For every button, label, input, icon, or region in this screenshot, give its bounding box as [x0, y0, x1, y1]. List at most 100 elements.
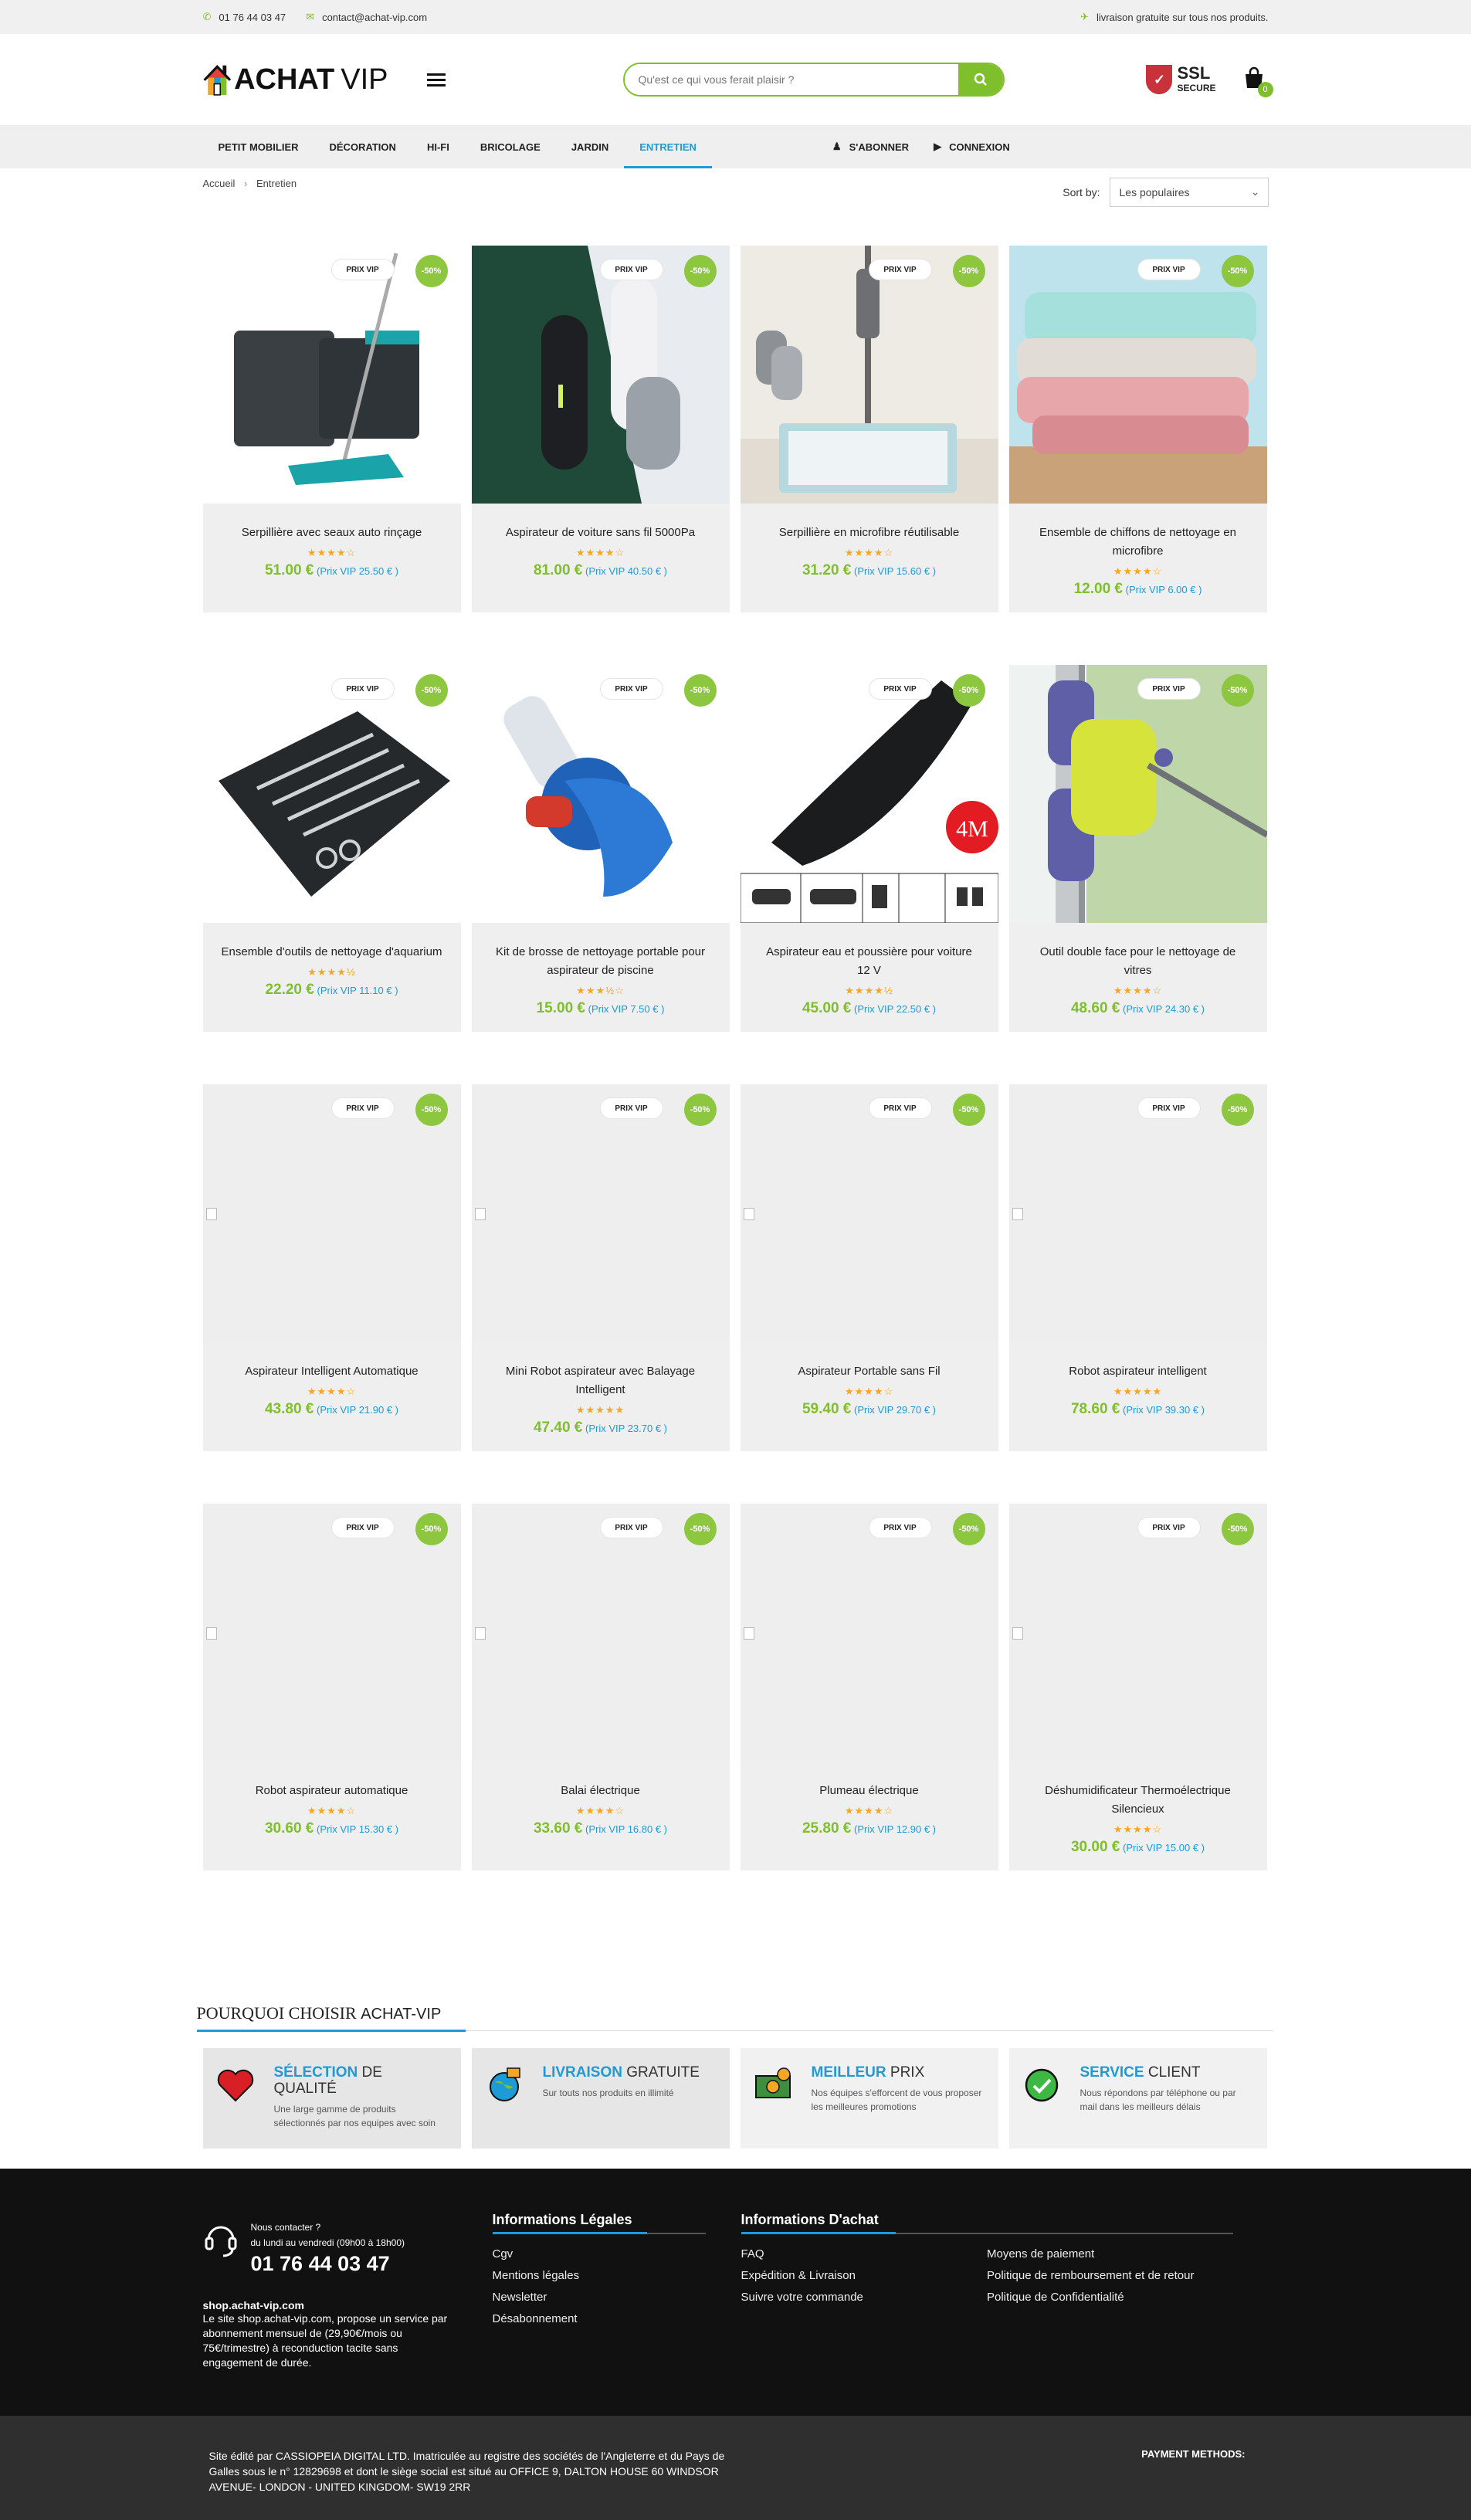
product-card[interactable]: PRIX VIP -50% Serpillière en microfibre ré… — [740, 246, 998, 612]
product-card[interactable]: PRIX VIP -50% Outil double face pour le ne… — [1008, 665, 1267, 1032]
product-card[interactable]: PRIX VIP -50% Déshumidificateur Thermoélec… — [1008, 1504, 1267, 1870]
topbar-phone[interactable]: ✆ 01 76 44 03 47 — [203, 11, 286, 23]
logo-text: ACHAT VIP — [234, 63, 388, 96]
product-image-frame[interactable]: PRIX VIP -50% — [202, 246, 461, 504]
vip-price: 39.30 € ) — [1164, 1404, 1205, 1416]
product-card[interactable]: PRIX VIP -50% Plumeau électrique ★★★★☆ 25.80… — [740, 1504, 998, 1870]
nav-item-5[interactable]: ENTRETIEN — [624, 125, 712, 168]
footer-link[interactable]: Newsletter — [493, 2287, 706, 2308]
cart-button[interactable]: 0 — [1242, 66, 1273, 97]
footer-link[interactable]: Mentions légales — [493, 2265, 706, 2287]
footer-site-name: shop.achat-vip.com — [202, 2299, 304, 2311]
product-image-frame[interactable]: PRIX VIP -50% — [1008, 1504, 1267, 1762]
discount-badge: -50% — [952, 255, 985, 287]
product-image-frame[interactable]: PRIX VIP -50% — [471, 1084, 730, 1342]
nav-item-4[interactable]: JARDIN — [556, 125, 624, 168]
footer-link[interactable]: Désabonnement — [493, 2308, 706, 2330]
product-image-frame[interactable]: PRIX VIP -50% — [1008, 665, 1267, 923]
nav-item-3[interactable]: BRICOLAGE — [465, 125, 556, 168]
discount-badge: -50% — [952, 1094, 985, 1126]
why-box: MEILLEUR PRIX Nos équipes s'efforcent de … — [740, 2048, 998, 2149]
footer-link[interactable]: Politique de remboursement et de retour — [987, 2265, 1233, 2287]
footer-legal-column: Informations Légales Cgv Mentions légales… — [492, 2212, 706, 2330]
product-image-frame[interactable]: PRIX VIP -50% — [471, 246, 730, 504]
product-price-row: 25.80 € (Prix VIP 12.90 € ) — [759, 1820, 980, 1837]
product-card[interactable]: PRIX VIP -50% Robot aspirateur intelligent… — [1008, 1084, 1267, 1451]
product-name[interactable]: Aspirateur de voiture sans fil 5000Pa — [490, 524, 711, 542]
product-image-frame[interactable]: PRIX VIP -50% — [471, 665, 730, 923]
footer-link[interactable]: FAQ — [741, 2244, 988, 2265]
breadcrumb-current: Entretien — [256, 178, 297, 189]
product-card[interactable]: PRIX VIP -50% Robot aspirateur automatique… — [202, 1504, 461, 1870]
shield-icon: ✓ — [1146, 65, 1173, 94]
product-card[interactable]: PRIX VIP -50% Ensemble de chiffons de nett… — [1008, 246, 1267, 612]
product-image-frame[interactable]: PRIX VIP -50% — [740, 1504, 998, 1762]
product-name[interactable]: Ensemble d'outils de nettoyage d'aquariu… — [222, 943, 442, 962]
product-name[interactable]: Mini Robot aspirateur avec Balayage Inte… — [490, 1362, 711, 1399]
product-card[interactable]: PRIX VIP -50% Aspirateur Intelligent Autom… — [202, 1084, 461, 1451]
logo[interactable]: ACHAT VIP — [202, 59, 388, 100]
product-image-frame[interactable]: PRIX VIP -50% — [740, 1084, 998, 1342]
product-image-frame[interactable]: PRIX VIP -50% — [202, 665, 461, 923]
product-price: 22.20 € — [265, 982, 314, 998]
product-rating: ★★★★★ — [575, 1404, 625, 1416]
product-image-frame[interactable]: PRIX VIP -50% — [1008, 1084, 1267, 1342]
nav-login-button[interactable]: ▶ CONNEXION — [921, 141, 1022, 153]
product-image-frame[interactable]: 4M PRIX VIP -50% — [740, 665, 998, 923]
product-name[interactable]: Robot aspirateur intelligent — [1028, 1362, 1249, 1381]
product-name[interactable]: Serpillière en microfibre réutilisable — [759, 524, 980, 542]
why-box-title: LIVRAISON GRATUITE — [542, 2064, 700, 2081]
product-image-frame[interactable]: PRIX VIP -50% — [202, 1504, 461, 1762]
product-card[interactable]: 4M PRIX VIP -50% Aspirateur eau et poussièr… — [740, 665, 998, 1032]
breadcrumb-home[interactable]: Accueil — [203, 178, 236, 189]
product-image-frame[interactable]: PRIX VIP -50% — [471, 1504, 730, 1762]
product-rating: ★★★★☆ — [575, 1805, 625, 1816]
product-name[interactable]: Balai électrique — [490, 1782, 711, 1800]
product-name[interactable]: Aspirateur Portable sans Fil — [759, 1362, 980, 1381]
search-input[interactable] — [624, 64, 958, 95]
product-card[interactable]: PRIX VIP -50% Mini Robot aspirateur avec B… — [471, 1084, 730, 1451]
sort-select[interactable]: Les populaires ⌄ — [1109, 178, 1269, 207]
footer-link[interactable]: Moyens de paiement — [987, 2244, 1233, 2265]
menu-hamburger-icon[interactable] — [426, 70, 446, 90]
product-name[interactable]: Plumeau électrique — [759, 1782, 980, 1800]
product-image-frame[interactable]: PRIX VIP -50% — [1008, 246, 1267, 504]
vip-badge: PRIX VIP — [331, 679, 394, 699]
vip-price: 29.70 € ) — [896, 1404, 937, 1416]
product-name[interactable]: Robot aspirateur automatique — [222, 1782, 442, 1800]
product-name[interactable]: Aspirateur eau et poussière pour voiture… — [759, 943, 980, 980]
product-image-frame[interactable]: PRIX VIP -50% — [740, 246, 998, 504]
product-name[interactable]: Déshumidificateur Thermoélectrique Silen… — [1028, 1782, 1249, 1819]
footer-link[interactable]: Politique de Confidentialité — [987, 2287, 1233, 2308]
footer-link[interactable]: Expédition & Livraison — [741, 2265, 988, 2287]
footer-link[interactable]: Cgv — [493, 2244, 706, 2265]
product-image-frame[interactable]: PRIX VIP -50% — [202, 1084, 461, 1342]
topbar-email[interactable]: ✉ contact@achat-vip.com — [306, 11, 427, 23]
search-button[interactable] — [958, 64, 1003, 95]
vip-price: 15.60 € ) — [896, 565, 937, 577]
nav-item-2[interactable]: HI-FI — [412, 125, 465, 168]
product-price-row: 30.60 € (Prix VIP 15.30 € ) — [222, 1820, 442, 1837]
product-name[interactable]: Aspirateur Intelligent Automatique — [222, 1362, 442, 1381]
product-card[interactable]: PRIX VIP -50% Ensemble d'outils de nettoya… — [202, 665, 461, 1032]
product-name[interactable]: Ensemble de chiffons de nettoyage en mic… — [1028, 524, 1249, 561]
why-box: SÉLECTION DE QUALITÉ Une large gamme de p… — [202, 2048, 461, 2149]
nav-subscribe-button[interactable]: ♟ S'ABONNER — [820, 141, 921, 153]
product-card[interactable]: PRIX VIP -50% Aspirateur de voiture sans f… — [471, 246, 730, 612]
nav-item-0[interactable]: PETIT MOBILIER — [203, 125, 314, 168]
footer-link[interactable]: Suivre votre commande — [741, 2287, 988, 2308]
product-card[interactable]: PRIX VIP -50% Aspirateur Portable sans Fil… — [740, 1084, 998, 1451]
footer-legal-title: Informations Légales — [492, 2212, 706, 2234]
nav-item-1[interactable]: DÉCORATION — [314, 125, 412, 168]
product-name[interactable]: Serpillière avec seaux auto rinçage — [222, 524, 442, 542]
footer-phone[interactable]: 01 76 44 03 47 — [251, 2252, 405, 2276]
discount-badge: -50% — [415, 1094, 448, 1126]
discount-badge: -50% — [1221, 674, 1254, 707]
product-card[interactable]: PRIX VIP -50% Balai électrique ★★★★☆ 33.60 €… — [471, 1504, 730, 1870]
product-name[interactable]: Kit de brosse de nettoyage portable pour… — [490, 943, 711, 980]
product-card[interactable]: PRIX VIP -50% Serpillière avec seaux auto … — [202, 246, 461, 612]
product-card[interactable]: PRIX VIP -50% Kit de brosse de nettoyage p… — [471, 665, 730, 1032]
search-icon — [974, 73, 987, 86]
discount-badge: -50% — [683, 1094, 717, 1126]
product-name[interactable]: Outil double face pour le nettoyage de v… — [1028, 943, 1249, 980]
